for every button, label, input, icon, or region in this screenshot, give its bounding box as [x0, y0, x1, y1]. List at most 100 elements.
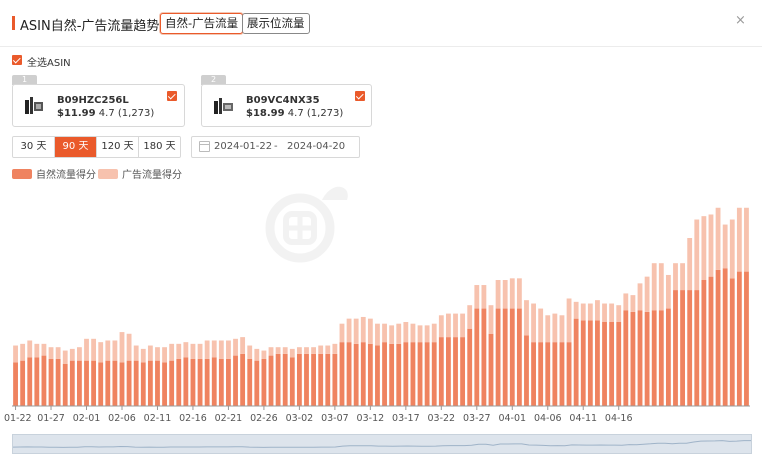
product-checkbox[interactable]	[167, 91, 177, 101]
bar-organic-83[interactable]	[602, 322, 607, 406]
bar-ad-67[interactable]	[488, 305, 494, 334]
bar-ad-32[interactable]	[240, 337, 246, 354]
bar-organic-62[interactable]	[453, 337, 458, 406]
bar-ad-84[interactable]	[609, 303, 615, 322]
bar-organic-28[interactable]	[211, 357, 217, 406]
bar-ad-26[interactable]	[197, 343, 203, 359]
bar-organic-79[interactable]	[573, 318, 579, 406]
bar-ad-85[interactable]	[616, 305, 622, 322]
bar-organic-39[interactable]	[289, 357, 295, 406]
bar-organic-15[interactable]	[119, 362, 125, 406]
bar-organic-34[interactable]	[254, 360, 260, 406]
bar-ad-95[interactable]	[687, 238, 693, 291]
bar-ad-49[interactable]	[360, 316, 366, 343]
bar-ad-24[interactable]	[183, 342, 189, 358]
bar-organic-35[interactable]	[261, 358, 267, 406]
bar-ad-86[interactable]	[623, 293, 629, 311]
close-icon[interactable]: ×	[735, 13, 746, 28]
bar-organic-18[interactable]	[140, 362, 146, 406]
tab-organic-ad-traffic[interactable]: 自然-广告流量	[160, 13, 244, 34]
bar-ad-93[interactable]	[673, 263, 678, 291]
bar-ad-59[interactable]	[431, 323, 437, 343]
bar-ad-68[interactable]	[495, 280, 501, 309]
bar-ad-78[interactable]	[566, 298, 572, 343]
bar-ad-9[interactable]	[77, 347, 82, 361]
bar-ad-96[interactable]	[694, 219, 700, 291]
bar-organic-50[interactable]	[367, 343, 373, 406]
bar-ad-17[interactable]	[133, 345, 139, 361]
bar-organic-89[interactable]	[644, 311, 650, 406]
bar-ad-16[interactable]	[126, 333, 132, 361]
bar-organic-84[interactable]	[609, 322, 615, 406]
bar-organic-37[interactable]	[275, 353, 281, 406]
bar-ad-57[interactable]	[417, 325, 423, 343]
bar-organic-91[interactable]	[658, 310, 664, 406]
bar-organic-67[interactable]	[488, 333, 494, 406]
bar-organic-81[interactable]	[587, 320, 593, 406]
bar-organic-45[interactable]	[332, 353, 338, 406]
bar-ad-14[interactable]	[112, 340, 118, 361]
bar-ad-54[interactable]	[396, 323, 402, 344]
bar-ad-34[interactable]	[254, 348, 260, 361]
bar-ad-3[interactable]	[34, 343, 40, 358]
bar-ad-55[interactable]	[403, 322, 409, 343]
bar-organic-44[interactable]	[325, 353, 331, 406]
bar-ad-10[interactable]	[84, 338, 89, 361]
bar-organic-93[interactable]	[673, 290, 678, 406]
bar-organic-49[interactable]	[360, 342, 366, 406]
bar-ad-25[interactable]	[190, 343, 196, 359]
range-180-days-button[interactable]: 180 天	[139, 137, 180, 157]
bar-ad-1[interactable]	[20, 343, 26, 361]
bar-organic-80[interactable]	[580, 320, 586, 406]
bar-organic-25[interactable]	[190, 358, 196, 406]
bar-organic-43[interactable]	[318, 353, 324, 406]
bar-ad-101[interactable]	[729, 219, 735, 279]
bar-organic-85[interactable]	[616, 322, 622, 406]
bar-organic-9[interactable]	[77, 360, 82, 406]
legend-ad[interactable]: 广告流量得分	[98, 166, 182, 181]
bar-ad-30[interactable]	[226, 340, 231, 359]
bar-organic-99[interactable]	[715, 269, 721, 406]
bar-ad-45[interactable]	[332, 343, 338, 354]
bar-organic-63[interactable]	[460, 337, 466, 406]
date-range-picker[interactable]: 2024-01-22 - 2024-04-20	[191, 136, 360, 158]
bar-ad-103[interactable]	[744, 207, 749, 272]
bar-ad-77[interactable]	[559, 315, 565, 343]
bar-ad-0[interactable]	[13, 345, 18, 363]
bar-organic-88[interactable]	[637, 310, 643, 406]
bar-ad-41[interactable]	[304, 347, 309, 354]
bar-ad-92[interactable]	[665, 274, 671, 309]
bar-organic-59[interactable]	[431, 342, 437, 406]
bar-ad-81[interactable]	[587, 303, 593, 321]
bar-ad-89[interactable]	[644, 276, 650, 312]
bar-organic-76[interactable]	[552, 342, 558, 406]
bar-ad-87[interactable]	[630, 295, 636, 312]
bar-organic-13[interactable]	[105, 360, 111, 406]
product-card-2[interactable]: B09VC4NX35 $18.99 4.7 (1,273)	[201, 84, 372, 127]
bar-organic-69[interactable]	[502, 308, 508, 406]
bar-ad-63[interactable]	[460, 313, 466, 338]
bar-ad-69[interactable]	[502, 280, 508, 309]
bar-organic-19[interactable]	[147, 360, 153, 406]
bar-ad-94[interactable]	[680, 263, 685, 291]
bar-organic-96[interactable]	[694, 290, 700, 406]
bar-organic-94[interactable]	[680, 290, 685, 406]
bar-ad-58[interactable]	[424, 325, 430, 343]
bar-ad-61[interactable]	[446, 313, 451, 338]
bar-organic-64[interactable]	[467, 328, 473, 406]
bar-ad-79[interactable]	[573, 301, 579, 319]
bar-ad-18[interactable]	[140, 348, 146, 363]
bar-organic-20[interactable]	[155, 360, 160, 406]
bar-ad-4[interactable]	[41, 343, 47, 356]
bar-organic-53[interactable]	[389, 343, 395, 406]
range-30-days-button[interactable]: 30 天	[13, 137, 55, 157]
bar-organic-47[interactable]	[346, 342, 352, 406]
bar-ad-51[interactable]	[375, 323, 380, 346]
bar-ad-44[interactable]	[325, 345, 331, 354]
bar-organic-82[interactable]	[595, 320, 600, 406]
bar-organic-27[interactable]	[204, 358, 210, 406]
bar-ad-82[interactable]	[595, 300, 600, 321]
bar-ad-50[interactable]	[367, 318, 373, 344]
bar-ad-31[interactable]	[233, 338, 238, 356]
bar-organic-22[interactable]	[169, 360, 175, 406]
